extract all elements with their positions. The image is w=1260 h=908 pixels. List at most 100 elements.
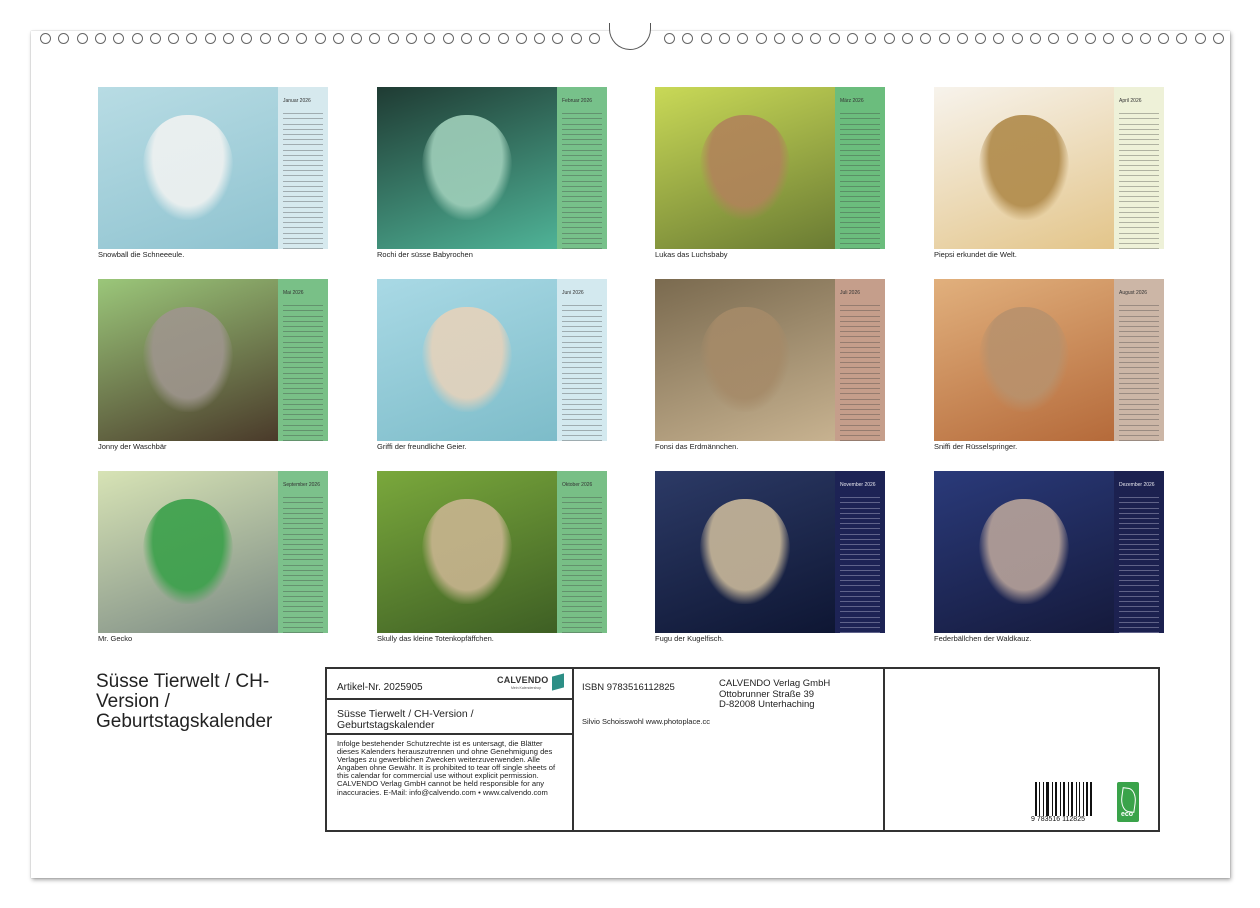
binding-hole <box>865 33 877 44</box>
binding-hole <box>1084 33 1096 44</box>
animal-photo <box>655 471 835 633</box>
birthday-list-strip: April 2026 <box>1114 87 1164 249</box>
animal-photo <box>377 471 557 633</box>
barcode-bar <box>1071 782 1074 816</box>
binding-hole <box>131 33 143 44</box>
month-tile: Dezember 2026 <box>934 471 1164 633</box>
binding-hole <box>296 33 308 44</box>
barcode-bar <box>1042 782 1044 816</box>
birthday-list-strip: November 2026 <box>835 471 885 633</box>
binding-hole <box>332 33 344 44</box>
logo-word: CALVENDO <box>497 675 549 685</box>
animal-figure <box>700 115 790 220</box>
binding-hole <box>259 33 271 44</box>
month-tile: Juni 2026 <box>377 279 607 441</box>
barcode-bar <box>1082 782 1084 816</box>
binding-hole <box>700 33 712 44</box>
photo-caption: Fonsi das Erdmännchen. <box>655 442 739 451</box>
animal-photo <box>98 471 278 633</box>
binding-hole <box>40 33 51 44</box>
month-tile: November 2026 <box>655 471 885 633</box>
animal-figure <box>979 115 1069 220</box>
binding-hole <box>589 33 600 44</box>
barcode-bar <box>1059 782 1061 816</box>
photo-caption: Federbällchen der Waldkauz. <box>934 634 1032 643</box>
month-tile: Oktober 2026 <box>377 471 607 633</box>
binding-hole <box>460 33 472 44</box>
binding-hole <box>1121 33 1133 44</box>
barcode-bar <box>1075 782 1077 816</box>
binding-hole <box>828 33 840 44</box>
day-lines <box>562 109 602 249</box>
day-lines <box>562 493 602 633</box>
birthday-list-strip: Januar 2026 <box>278 87 328 249</box>
month-name: Januar 2026 <box>283 98 311 104</box>
binding-hole <box>113 33 125 44</box>
animal-figure <box>422 499 512 604</box>
binding-hole <box>901 33 913 44</box>
binding-hole <box>241 33 253 44</box>
binding-hole <box>1011 33 1023 44</box>
photo-caption: Rochi der süsse Babyrochen <box>377 250 473 259</box>
divider <box>327 733 572 735</box>
binding-hole <box>975 33 987 44</box>
birthday-list-strip: September 2026 <box>278 471 328 633</box>
month-name: Juni 2026 <box>562 290 584 296</box>
binding-hole <box>58 33 70 44</box>
day-lines <box>1119 493 1159 633</box>
barcode-bar <box>1046 782 1050 816</box>
binding-hole <box>186 33 198 44</box>
binding-hole <box>883 33 895 44</box>
binding-hole <box>956 33 968 44</box>
animal-figure <box>979 499 1069 604</box>
day-lines <box>840 109 880 249</box>
animal-figure <box>979 307 1069 412</box>
month-name: Februar 2026 <box>562 98 593 104</box>
binding-hole <box>442 33 454 44</box>
month-name: September 2026 <box>283 482 320 488</box>
barcode-bar <box>1086 782 1088 816</box>
barcode: 9 783516 112825 <box>1031 782 1095 824</box>
binding-hole <box>515 33 527 44</box>
day-lines <box>283 109 323 249</box>
publisher-name: CALVENDO Verlag GmbH <box>719 678 831 689</box>
binding-hole <box>1048 33 1060 44</box>
month-name: März 2026 <box>840 98 864 104</box>
month-name: Juli 2026 <box>840 290 861 296</box>
animal-photo <box>98 87 278 249</box>
binding-hole <box>938 33 950 44</box>
birthday-list-strip: Dezember 2026 <box>1114 471 1164 633</box>
binding-hole <box>1139 33 1151 44</box>
month-name: Dezember 2026 <box>1119 482 1155 488</box>
binding-hole <box>920 33 932 44</box>
binding-hole <box>534 33 546 44</box>
animal-photo <box>934 87 1114 249</box>
day-lines <box>283 301 323 441</box>
barcode-bar <box>1063 782 1066 816</box>
binding-hole <box>223 33 234 44</box>
binding-hole <box>792 33 804 44</box>
binding-hole <box>682 33 694 44</box>
logo-tagline: Mein Kalendershop <box>511 686 542 690</box>
birthday-list-strip: Oktober 2026 <box>557 471 607 633</box>
binding-hole <box>387 33 399 44</box>
publisher-city: D-82008 Unterhaching <box>719 699 815 710</box>
binding-hole <box>1176 33 1188 44</box>
leaf-icon <box>1119 787 1138 813</box>
month-tile: August 2026 <box>934 279 1164 441</box>
binding-hole <box>94 33 106 44</box>
birthday-list-strip: März 2026 <box>835 87 885 249</box>
barcode-bar <box>1067 782 1069 816</box>
divider <box>883 669 885 830</box>
calendar-title: Süsse Tierwelt / CH-Version / Geburtstag… <box>96 671 273 732</box>
month-tile: April 2026 <box>934 87 1164 249</box>
binding-hole <box>810 33 822 44</box>
binding-hole <box>755 33 767 44</box>
month-tile: Januar 2026 <box>98 87 328 249</box>
binding-hole <box>76 33 88 44</box>
day-lines <box>840 301 880 441</box>
barcode-bar <box>1079 782 1081 816</box>
animal-figure <box>700 499 790 604</box>
barcode-bar <box>1051 782 1053 816</box>
day-lines <box>1119 301 1159 441</box>
